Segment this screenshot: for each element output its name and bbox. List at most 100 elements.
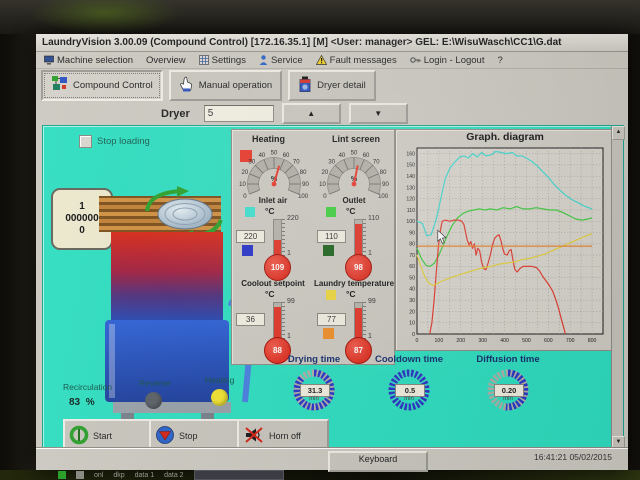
taskbar-item-data-2[interactable]: data 2 xyxy=(164,472,183,479)
warning-icon xyxy=(316,55,327,65)
heating-indicator xyxy=(211,389,228,406)
thermometer-label: Coolout setpoint xyxy=(233,279,313,288)
taskbar-item-dkp[interactable]: dkp xyxy=(113,472,124,479)
taskbar-item-onl[interactable]: onl xyxy=(94,472,103,479)
svg-text:140: 140 xyxy=(406,174,415,180)
reverse-label: Reverse xyxy=(139,378,171,388)
setpoint-color-swatch xyxy=(323,245,334,256)
keyboard-button[interactable]: Keyboard xyxy=(328,451,428,472)
timer-ring: 0.20min xyxy=(485,367,531,413)
dryer-hot-section xyxy=(111,232,223,320)
clock-timestamp: 16:41:21 05/02/2015 xyxy=(534,452,612,462)
svg-text:100: 100 xyxy=(435,338,444,344)
scale-min-label: 1 xyxy=(287,250,291,257)
svg-text:50: 50 xyxy=(271,151,278,157)
scroll-up-button[interactable]: ▲ xyxy=(612,126,625,140)
dryer-selector-row: Dryer ▲ ▼ xyxy=(36,101,628,126)
setpoint-field[interactable]: 77 xyxy=(317,313,346,326)
stop-icon xyxy=(155,425,175,447)
svg-text:50: 50 xyxy=(409,275,415,281)
taskbar-item-data-1[interactable]: data 1 xyxy=(135,472,154,479)
stop-loading-row: Stop loading xyxy=(79,135,150,148)
timer-label: Drying time xyxy=(266,354,362,365)
dryer-detail-panel: Stop loading 1 000000 0 Recirculation 83… xyxy=(42,125,624,451)
svg-text:110: 110 xyxy=(407,208,415,214)
svg-text:40: 40 xyxy=(259,153,266,159)
drying-time-timer: Drying time31.3min xyxy=(266,354,362,413)
menubar: Machine selection Overview Settings Service… xyxy=(36,52,628,69)
svg-text:300: 300 xyxy=(478,338,487,344)
menu-item-label: Machine selection xyxy=(57,55,133,66)
dryer-detail-button[interactable]: Dryer detail xyxy=(288,70,376,101)
thermometer-unit: °C xyxy=(346,206,356,216)
dryer-number-input[interactable] xyxy=(204,105,274,122)
dryer-label: Dryer xyxy=(161,108,190,120)
svg-text:150: 150 xyxy=(406,163,415,169)
vertical-scrollbar[interactable]: ▲ ▼ xyxy=(611,126,623,450)
menu-item-label: Settings xyxy=(212,55,246,66)
compound-control-icon xyxy=(51,75,68,95)
svg-text:120: 120 xyxy=(406,197,415,203)
scale-min-label: 1 xyxy=(368,333,372,340)
menu-item-settings[interactable]: Settings xyxy=(199,55,246,66)
svg-text:80: 80 xyxy=(409,242,415,248)
taskbar: onl dkp data 1 data 2 xyxy=(0,470,640,480)
toolbar: Compound ControlManual operationDryer de… xyxy=(36,69,628,101)
thermometer-label: Laundry temperature xyxy=(314,279,394,288)
login-key-icon xyxy=(410,55,421,65)
setpoint-field[interactable]: 110 xyxy=(317,230,346,243)
menu-item-machine-selection[interactable]: Machine selection xyxy=(44,55,133,66)
svg-text:80: 80 xyxy=(300,170,307,176)
setpoint-field[interactable]: 36 xyxy=(236,313,265,326)
svg-text:20: 20 xyxy=(409,309,415,315)
hand-icon xyxy=(179,76,194,95)
down-arrow-icon: ▼ xyxy=(374,109,382,118)
taskbar-active-item[interactable] xyxy=(194,470,284,480)
menu-item-service[interactable]: Service xyxy=(259,55,303,66)
setpoint-field[interactable]: 220 xyxy=(236,230,265,243)
graph-panel: Graph. diagram 0102030405060708090100110… xyxy=(395,129,615,351)
svg-text:800: 800 xyxy=(588,338,597,344)
dryer-icon xyxy=(298,76,312,95)
menu-item-fault-messages[interactable]: Fault messages xyxy=(316,55,397,66)
service-person-icon xyxy=(259,55,268,65)
timer-unit: min xyxy=(494,396,522,402)
scale-max-label: 99 xyxy=(287,298,295,305)
heating-label: Heating xyxy=(205,375,234,385)
svg-text:20: 20 xyxy=(322,170,329,176)
svg-text:30: 30 xyxy=(328,160,335,166)
timer-unit: min xyxy=(300,396,328,402)
thermometer-ticks xyxy=(363,302,366,342)
dryer-body xyxy=(105,320,229,402)
menu-item-[interactable]: ? xyxy=(497,55,502,66)
instrument-panel: Heating0102030405060708090100%Lint scree… xyxy=(231,129,395,365)
thermometer-unit: °C xyxy=(265,206,275,216)
compound-control-button[interactable]: Compound Control xyxy=(41,70,163,101)
svg-text:200: 200 xyxy=(456,338,465,344)
timer-label: Diffusion time xyxy=(460,354,556,365)
svg-text:40: 40 xyxy=(339,153,346,159)
svg-text:70: 70 xyxy=(409,253,415,259)
heating-gauge-label: Heating xyxy=(252,134,285,144)
dryer-down-button[interactable]: ▼ xyxy=(349,103,408,124)
setpoint-color-swatch xyxy=(323,328,334,339)
menu-item-login-logout[interactable]: Login - Logout xyxy=(410,55,485,66)
reflection-glow xyxy=(30,0,180,34)
menu-item-label: Overview xyxy=(146,55,186,66)
menu-item-overview[interactable]: Overview xyxy=(146,55,186,66)
svg-text:10: 10 xyxy=(409,321,415,327)
taskbar-gray-indicator xyxy=(76,471,84,479)
thermometer-unit: °C xyxy=(265,289,275,299)
svg-text:40: 40 xyxy=(409,287,415,293)
stop-loading-checkbox[interactable] xyxy=(79,135,92,148)
recirculation-label: Recirculation xyxy=(63,382,112,392)
diffusion-time-timer: Diffusion time 0.20min xyxy=(460,354,556,413)
svg-text:60: 60 xyxy=(283,153,290,159)
dryer-up-button[interactable]: ▲ xyxy=(282,103,341,124)
monitor-bezel-left xyxy=(0,34,36,480)
horn-off-icon xyxy=(243,426,265,446)
manual-operation-button[interactable]: Manual operation xyxy=(169,70,282,101)
svg-text:70: 70 xyxy=(293,160,300,166)
monitor-bezel-right xyxy=(628,34,640,480)
svg-text:10: 10 xyxy=(319,182,326,188)
